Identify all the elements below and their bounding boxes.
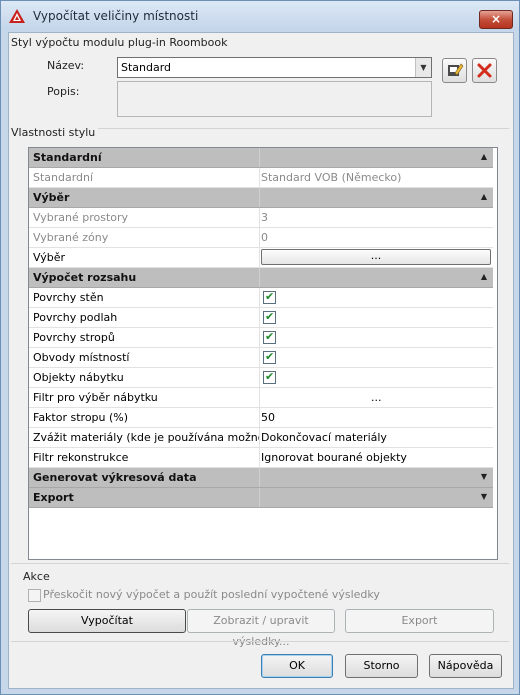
dialog-window: Vypočítat veličiny místnosti × Styl výpo…: [0, 0, 520, 695]
furniture-objects-checkbox[interactable]: ✔: [263, 370, 276, 384]
property-name: Objekty nábytku: [33, 371, 124, 384]
name-label: Název:: [47, 59, 85, 72]
property-name: Povrchy podlah: [33, 311, 118, 324]
view-edit-results-button[interactable]: Zobrazit / upravit výsledky...: [187, 609, 335, 648]
edit-style-button[interactable]: [442, 58, 467, 83]
property-row-selected-zones[interactable]: Vybrané zóny 0: [29, 228, 493, 248]
dialog-body: Styl výpočtu modulu plug-in Roombook Náz…: [8, 32, 514, 689]
autocad-logo-icon: [9, 9, 25, 23]
title-bar[interactable]: Vypočítat veličiny místnosti ×: [1, 1, 519, 31]
floor-surfaces-checkbox[interactable]: ✔: [263, 310, 276, 324]
property-value[interactable]: 50: [261, 411, 275, 424]
property-row-room-perimeters[interactable]: Obvody místností ✔: [29, 348, 493, 368]
property-name: Povrchy stěn: [33, 291, 104, 304]
property-row-wall-surfaces[interactable]: Povrchy stěn ✔: [29, 288, 493, 308]
properties-group-title: Vlastnosti stylu: [11, 126, 99, 139]
collapse-arrow-icon[interactable]: ▲: [477, 191, 491, 203]
property-value[interactable]: Dokončovací materiály: [261, 431, 387, 444]
property-name: Filtr rekonstrukce: [33, 451, 129, 464]
property-row-furniture-objects[interactable]: Objekty nábytku ✔: [29, 368, 493, 388]
check-mark-icon: ✔: [265, 350, 275, 363]
property-grid: Standardní ▲ Standardní Standard VOB (Ně…: [28, 147, 498, 560]
property-value: Standard VOB (Německo): [261, 171, 402, 184]
category-name: Export: [33, 491, 74, 504]
property-name: Výběr: [33, 251, 66, 264]
check-mark-icon: ✔: [265, 330, 275, 343]
delete-style-button[interactable]: [472, 58, 497, 83]
cancel-button[interactable]: Storno: [345, 654, 418, 678]
actions-group-title: Akce: [23, 570, 50, 583]
style-name-dropdown[interactable]: Standard ▼: [117, 57, 432, 78]
ok-button[interactable]: OK: [261, 654, 333, 678]
window-title: Vypočítat veličiny místnosti: [33, 9, 199, 23]
property-row-furniture-filter[interactable]: Filtr pro výběr nábytku ...: [29, 388, 493, 408]
furniture-filter-ellipsis-button[interactable]: ...: [371, 391, 382, 404]
property-name: Vybrané zóny: [33, 231, 109, 244]
expand-arrow-icon[interactable]: ▼: [477, 471, 491, 483]
property-name: Zvážit materiály (kde je používána možno…: [33, 431, 259, 444]
property-value: 3: [261, 211, 268, 224]
style-group-title: Styl výpočtu modulu plug-in Roombook: [11, 36, 228, 49]
edit-style-icon: [448, 63, 464, 76]
property-value: 0: [261, 231, 268, 244]
delete-x-icon: [477, 63, 492, 78]
property-row-renovation-filter[interactable]: Filtr rekonstrukce Ignorovat bourané obj…: [29, 448, 493, 468]
collapse-arrow-icon[interactable]: ▲: [477, 271, 491, 283]
category-name: Výběr: [33, 191, 70, 204]
category-row-selection[interactable]: Výběr ▲: [29, 188, 493, 208]
dropdown-arrow-icon[interactable]: ▼: [415, 58, 431, 77]
category-name: Výpočet rozsahu: [33, 271, 137, 284]
category-row-export[interactable]: Export ▼: [29, 488, 493, 508]
property-row-ceiling-factor[interactable]: Faktor stropu (%) 50: [29, 408, 493, 428]
category-row-quantity-calculation[interactable]: Výpočet rozsahu ▲: [29, 268, 493, 288]
property-value[interactable]: Ignorovat bourané objekty: [261, 451, 407, 464]
description-label: Popis:: [47, 85, 80, 98]
category-row-generate-drawing-data[interactable]: Generovat výkresová data ▼: [29, 468, 493, 488]
property-name: Obvody místností: [33, 351, 130, 364]
export-button[interactable]: Export: [345, 609, 494, 633]
category-name: Standardní: [33, 151, 102, 164]
property-name: Faktor stropu (%): [33, 411, 129, 424]
wall-surfaces-checkbox[interactable]: ✔: [263, 290, 276, 304]
style-name-value: Standard: [121, 61, 172, 74]
property-row-ceiling-surfaces[interactable]: Povrchy stropů ✔: [29, 328, 493, 348]
property-name: Filtr pro výběr nábytku: [33, 391, 158, 404]
select-objects-button[interactable]: ...: [261, 249, 491, 265]
description-field[interactable]: [117, 81, 432, 117]
check-mark-icon: ✔: [265, 310, 275, 323]
skip-recalculation-checkbox[interactable]: [28, 589, 41, 602]
close-button[interactable]: ×: [479, 10, 513, 29]
category-name: Generovat výkresová data: [33, 471, 197, 484]
property-row-standard[interactable]: Standardní Standard VOB (Německo): [29, 168, 493, 188]
category-row-standard[interactable]: Standardní ▲: [29, 148, 493, 168]
help-button[interactable]: Nápověda: [429, 654, 502, 678]
ceiling-surfaces-checkbox[interactable]: ✔: [263, 330, 276, 344]
property-row-consider-materials[interactable]: Zvážit materiály (kde je používána možno…: [29, 428, 493, 448]
check-mark-icon: ✔: [265, 290, 275, 303]
calculate-button[interactable]: Vypočítat: [28, 609, 186, 633]
footer-divider: [11, 641, 509, 642]
property-row-selected-spaces[interactable]: Vybrané prostory 3: [29, 208, 493, 228]
property-name: Vybrané prostory: [33, 211, 129, 224]
property-row-selection[interactable]: Výběr ...: [29, 248, 493, 268]
property-row-floor-surfaces[interactable]: Povrchy podlah ✔: [29, 308, 493, 328]
actions-divider: [11, 563, 509, 564]
expand-arrow-icon[interactable]: ▼: [477, 491, 491, 503]
check-mark-icon: ✔: [265, 370, 275, 383]
property-name: Standardní: [33, 171, 94, 184]
skip-recalculation-label: Přeskočit nový výpočet a použít poslední…: [43, 588, 380, 601]
collapse-arrow-icon[interactable]: ▲: [477, 151, 491, 163]
room-perimeters-checkbox[interactable]: ✔: [263, 350, 276, 364]
property-name: Povrchy stropů: [33, 331, 115, 344]
